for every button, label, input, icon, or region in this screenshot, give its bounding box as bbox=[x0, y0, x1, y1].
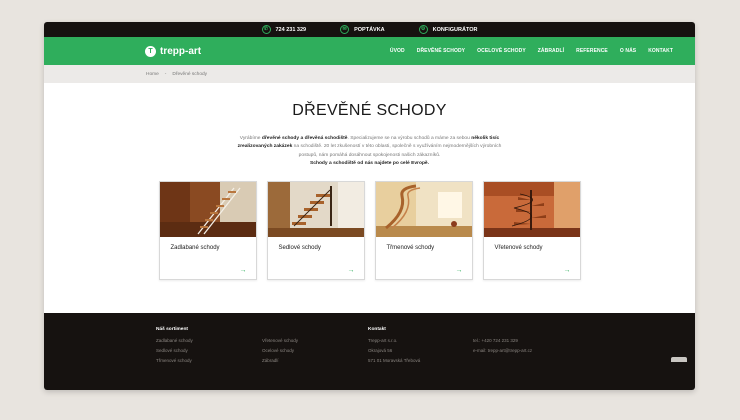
menu-item-uvod[interactable]: ÚVOD bbox=[390, 48, 405, 54]
card-image-vretenove bbox=[483, 181, 580, 237]
arrow-right-icon[interactable]: → bbox=[564, 267, 571, 274]
card-zadlabane-schody[interactable]: Zadlabané schody → bbox=[158, 180, 257, 280]
top-bar: ✆ 724 231 329 ✉ POPTÁVKA ⚙ KONFIGURÁTOR bbox=[44, 22, 695, 37]
logo-text: trepp-art bbox=[160, 45, 202, 57]
card-label-vretenove: Vřetenové schody bbox=[494, 244, 543, 251]
menu-item-drevene-schody[interactable]: DŘEVĚNÉ SCHODY bbox=[417, 48, 465, 54]
card-label-trmenove: Třmenové schody bbox=[386, 244, 435, 251]
intro-text: Vyrábíme dřevěné schody a dřevěná schodi… bbox=[232, 135, 508, 169]
footer-street: Okrajová 56 bbox=[368, 348, 393, 353]
footer-col-contact-details: tel.: +420 724 231 329 e-mail: trepp-art… bbox=[473, 326, 593, 390]
footer-heading-contact: Kontakt bbox=[368, 327, 386, 332]
card-image-zadlabane bbox=[159, 181, 256, 237]
main-content: DŘEVĚNÉ SCHODY Vyrábíme dřevěné schody a… bbox=[44, 102, 695, 280]
card-trmenove-schody[interactable]: Třmenové schody → bbox=[374, 180, 473, 280]
inquiry-link[interactable]: ✉ POPTÁVKA bbox=[340, 25, 385, 34]
envelope-icon: ✉ bbox=[340, 25, 350, 34]
card-image-trmenove bbox=[375, 181, 472, 237]
footer-company: Trepp-art s.r.o. bbox=[368, 338, 398, 343]
arrow-right-icon[interactable]: → bbox=[456, 267, 463, 274]
stair-type-cards: Zadlabané schody → Sedlové schody → Třme… bbox=[44, 180, 695, 280]
configurator-label: KONFIGURÁTOR bbox=[432, 26, 478, 33]
card-vretenove-schody[interactable]: Vřetenové schody → bbox=[482, 180, 581, 280]
footer-link[interactable]: Třmenové schody bbox=[156, 356, 262, 366]
footer-col-assortment-1: Náš sortiment Zadlabané schody Sedlové s… bbox=[156, 326, 262, 390]
footer-link[interactable]: Sedlové schody bbox=[156, 346, 262, 356]
card-label-zadlabane: Zadlabané schody bbox=[170, 244, 220, 251]
footer-link[interactable]: Zábradlí bbox=[262, 356, 368, 366]
breadcrumb: Home - Dřevěné schody bbox=[44, 65, 695, 83]
menu-item-o-nas[interactable]: O NÁS bbox=[620, 48, 636, 54]
main-menu: ÚVOD DŘEVĚNÉ SCHODY OCELOVÉ SCHODY ZÁBRA… bbox=[390, 48, 673, 54]
card-image-sedlove bbox=[267, 181, 364, 237]
footer-city: 571 01 Moravská Třebová bbox=[368, 358, 421, 363]
footer-email[interactable]: e-mail: trepp-art@trepp-art.cz bbox=[473, 346, 593, 356]
footer-phone[interactable]: tel.: +420 724 231 329 bbox=[473, 336, 593, 346]
footer-link[interactable]: Zadlabané schody bbox=[156, 336, 262, 346]
menu-item-reference[interactable]: REFERENCE bbox=[576, 48, 608, 54]
footer-link[interactable]: Vřetenové schody bbox=[262, 336, 368, 346]
card-label-sedlove: Sedlové schody bbox=[278, 244, 321, 251]
arrow-right-icon[interactable]: → bbox=[348, 267, 355, 274]
footer-link[interactable]: Ocelové schody bbox=[262, 346, 368, 356]
logo-icon: T bbox=[145, 45, 156, 57]
configurator-link[interactable]: ⚙ KONFIGURÁTOR bbox=[418, 25, 478, 34]
breadcrumb-separator: - bbox=[164, 71, 167, 77]
browser-frame: ✆ 724 231 329 ✉ POPTÁVKA ⚙ KONFIGURÁTOR … bbox=[44, 22, 695, 390]
main-navbar: T trepp-art ÚVOD DŘEVĚNÉ SCHODY OCELOVÉ … bbox=[44, 37, 695, 65]
intro-b3: Schody a schodiště od nás najdete po cel… bbox=[309, 161, 430, 167]
page-title: DŘEVĚNÉ SCHODY bbox=[292, 102, 447, 119]
menu-item-ocelove-schody[interactable]: OCELOVÉ SCHODY bbox=[477, 48, 526, 54]
footer-col-assortment-2: Vřetenové schody Ocelové schody Zábradlí bbox=[262, 326, 368, 390]
site-logo[interactable]: T trepp-art bbox=[145, 45, 202, 57]
menu-item-zabradli[interactable]: ZÁBRADLÍ bbox=[538, 48, 564, 54]
breadcrumb-home[interactable]: Home bbox=[146, 72, 159, 77]
phone-number: 724 231 329 bbox=[275, 26, 307, 33]
menu-item-kontakt[interactable]: KONTAKT bbox=[648, 48, 673, 54]
gear-icon: ⚙ bbox=[418, 25, 428, 34]
site-footer: Náš sortiment Zadlabané schody Sedlové s… bbox=[44, 313, 695, 390]
inquiry-label: POPTÁVKA bbox=[354, 26, 385, 33]
intro-t3: na schodiště. 20 let zkušeností v této o… bbox=[292, 144, 502, 158]
arrow-right-icon[interactable]: → bbox=[240, 267, 247, 274]
intro-t1: Vyrábíme bbox=[239, 136, 262, 141]
phone-icon: ✆ bbox=[261, 25, 271, 34]
footer-col-contact: Kontakt Trepp-art s.r.o. Okrajová 56 571… bbox=[368, 326, 473, 390]
intro-b1: dřevěné schody a dřevěná schodiště bbox=[261, 136, 348, 141]
breadcrumb-current: Dřevěné schody bbox=[172, 71, 208, 77]
intro-t2: . Specializujeme se na výrobu schodů a m… bbox=[347, 136, 472, 141]
scroll-to-top-tab[interactable] bbox=[671, 357, 687, 362]
footer-heading-assortment: Náš sortiment bbox=[156, 327, 188, 332]
phone-link[interactable]: ✆ 724 231 329 bbox=[261, 25, 307, 34]
card-sedlove-schody[interactable]: Sedlové schody → bbox=[266, 180, 365, 280]
